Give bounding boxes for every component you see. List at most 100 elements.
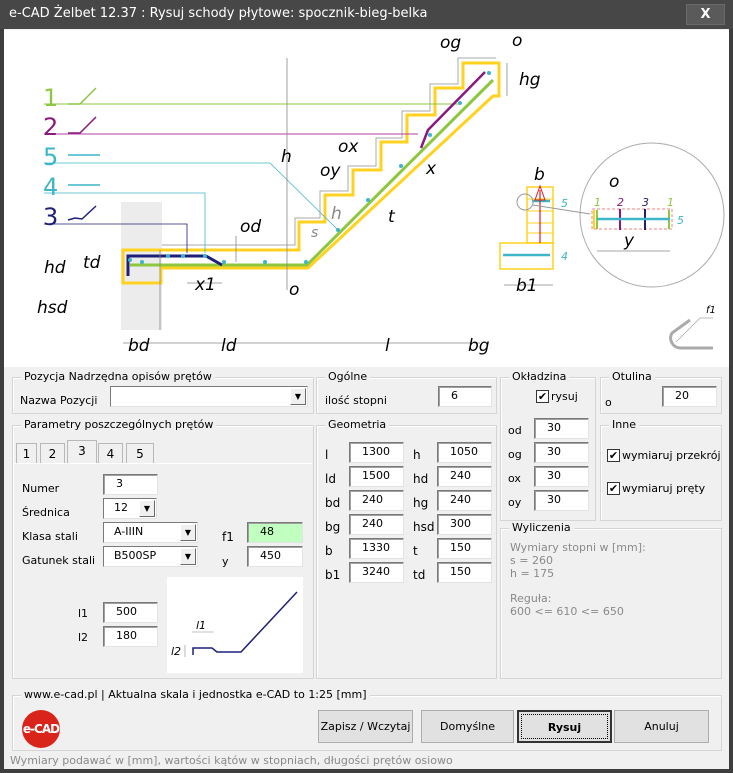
section-label-5: 5 [561, 197, 568, 210]
inne-caption: Inne [609, 418, 639, 431]
tab-2[interactable]: 2 [40, 443, 65, 463]
dim-hsd: hsd [37, 298, 68, 318]
okladzina-og-input[interactable]: 30 [534, 442, 589, 463]
geometria-b-input[interactable]: 1330 [349, 538, 404, 559]
hook-label-f1: f1 [706, 305, 716, 316]
parametry-caption: Parametry poszczególnych prętów [21, 418, 217, 431]
tab-4[interactable]: 4 [98, 443, 123, 463]
l1-label: l1 [78, 607, 89, 620]
detail-y: y [623, 231, 635, 251]
geometria-hd-input[interactable]: 240 [437, 466, 492, 487]
wyliczenia-line: Reguła: [510, 592, 552, 605]
detail-o: o [609, 172, 619, 192]
klasa-stali-label: Klasa stali [22, 530, 78, 543]
geometria-l-label: l [325, 448, 329, 462]
wyliczenia-line: s = 260 [510, 554, 553, 567]
dim-bg: bg [468, 336, 490, 356]
geometria-l-input[interactable]: 1300 [349, 442, 404, 463]
dim-ox: ox [338, 137, 359, 157]
f1-label: f1 [222, 530, 234, 544]
tab-5[interactable]: 5 [126, 443, 154, 463]
diagram-svg: 1 2 5 4 3 og o hg h ox oy x h s t od td … [37, 31, 725, 356]
wymiaruj-przekroj-checkbox[interactable]: ✔ [607, 449, 620, 462]
y-input[interactable]: 450 [247, 546, 303, 567]
geometria-bg-input[interactable]: 240 [349, 514, 404, 535]
klasa-stali-combo[interactable]: A-IIIN ▼ [103, 522, 198, 543]
dim-od: od [240, 217, 261, 237]
ilosc-stopni-input[interactable]: 6 [438, 386, 492, 407]
geometria-h-label: h [413, 448, 421, 462]
okladzina-od-input[interactable]: 30 [534, 418, 589, 439]
geometria-hsd-label: hsd [413, 520, 435, 534]
status-text: Wymiary podawać w [mm], wartości kątów w… [10, 754, 453, 767]
pozycja-caption: Pozycja Nadrzędna opisów prętów [21, 370, 215, 383]
legend-bar-shapes [67, 87, 100, 221]
geometria-caption: Geometria [325, 418, 390, 431]
okladzina-og-label: og [508, 448, 522, 461]
geometria-ld-input[interactable]: 1500 [349, 466, 404, 487]
tab-1[interactable]: 1 [16, 443, 37, 463]
gatunek-stali-combo[interactable]: B500SP ▼ [103, 546, 198, 567]
okladzina-caption: Okładzina [509, 370, 570, 383]
dim-td: td [83, 253, 101, 273]
srednica-combo[interactable]: 12 ▼ [103, 498, 157, 519]
detail-label-1a: 1 [594, 196, 601, 209]
l2-label: l2 [78, 631, 89, 644]
gatunek-stali-value: B500SP [114, 549, 157, 562]
geometria-bg-label: bg [325, 520, 341, 534]
dim-hd: hd [44, 258, 66, 278]
save-load-button[interactable]: Zapisz / Wczytaj [318, 710, 413, 743]
geometria-t-input[interactable]: 150 [437, 538, 492, 559]
geometria-td-input[interactable]: 150 [437, 562, 492, 583]
chevron-down-icon[interactable]: ▼ [290, 388, 306, 405]
draw-button[interactable]: Rysuj [517, 710, 612, 743]
section-label-4: 4 [561, 250, 568, 263]
ogolne-caption: Ogólne [325, 370, 371, 383]
leader-5 [44, 162, 339, 231]
f1-input[interactable]: 48 [247, 522, 303, 543]
preview-l2-label: l2 [171, 645, 181, 658]
okladzina-od-label: od [508, 424, 522, 437]
detail-label-2: 2 [617, 196, 624, 209]
srednica-value: 12 [114, 501, 128, 514]
l2-input[interactable]: 180 [103, 626, 158, 647]
close-button[interactable]: X [686, 4, 725, 25]
geometria-bd-input[interactable]: 240 [349, 490, 404, 511]
numer-input[interactable]: 3 [103, 474, 158, 495]
wyliczenia-caption: Wyliczenia [509, 521, 574, 534]
rysuj-checkbox[interactable]: ✔ [536, 390, 549, 403]
nazwa-pozycji-combo[interactable]: ▼ [110, 386, 308, 407]
cladding-outline [162, 57, 496, 246]
defaults-button[interactable]: Domyślne [421, 710, 514, 743]
klasa-stali-value: A-IIIN [114, 525, 144, 538]
hook-bend-icon [669, 317, 713, 350]
otulina-o-input[interactable]: 20 [662, 386, 717, 407]
chevron-down-icon[interactable]: ▼ [180, 524, 196, 541]
cancel-button[interactable]: Anuluj [614, 710, 709, 743]
geometria-b1-input[interactable]: 3240 [349, 562, 404, 583]
dim-t: t [388, 207, 396, 227]
dim-l: l [385, 336, 390, 356]
bar-5-dots [128, 71, 491, 264]
chevron-down-icon[interactable]: ▼ [139, 500, 155, 517]
geometria-hsd-input[interactable]: 300 [437, 514, 492, 535]
rysuj-label: rysuj [551, 390, 578, 403]
geometria-h-input[interactable]: 1050 [437, 442, 492, 463]
window-title: e-CAD Żelbet 12.37 : Rysuj schody płytow… [9, 6, 428, 21]
chevron-down-icon[interactable]: ▼ [180, 548, 196, 565]
dim-b1: b1 [516, 276, 538, 296]
srednica-label: Średnica [22, 506, 70, 519]
preview-l1-label: l1 [196, 619, 206, 632]
tab-3[interactable]: 3 [67, 440, 97, 463]
nazwa-pozycji-label: Nazwa Pozycji [20, 394, 98, 407]
okladzina-ox-input[interactable]: 30 [534, 466, 589, 487]
geometria-hg-input[interactable]: 240 [437, 490, 492, 511]
l1-input[interactable]: 500 [103, 602, 158, 623]
geometria-b-label: b [325, 544, 333, 558]
dim-hg: hg [519, 70, 541, 90]
geometria-ld-label: ld [325, 472, 336, 486]
okladzina-oy-input[interactable]: 30 [534, 490, 589, 511]
dim-x: x [425, 159, 437, 179]
wymiaruj-prety-checkbox[interactable]: ✔ [607, 482, 620, 495]
dim-oy: oy [320, 161, 341, 181]
